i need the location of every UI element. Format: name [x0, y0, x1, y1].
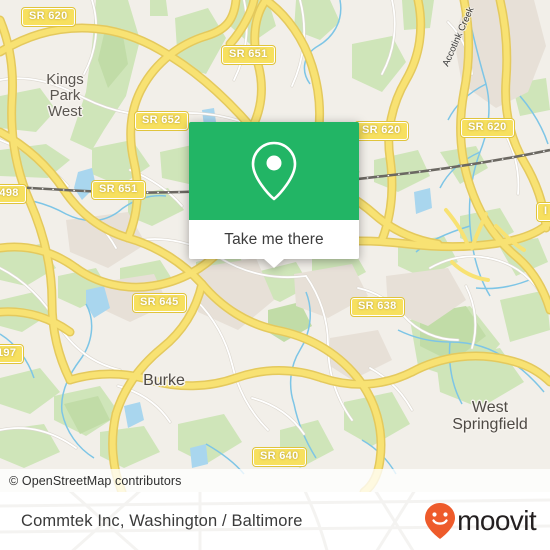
destination-popup-card[interactable]: Take me there	[189, 122, 359, 268]
moovit-smiley-pin-icon	[425, 503, 456, 539]
map-attribution-bar: © OpenStreetMap contributors	[0, 469, 550, 492]
place-title: Commtek Inc, Washington / Baltimore	[21, 511, 303, 530]
location-pin-icon	[251, 141, 297, 201]
popup-pin-area	[189, 122, 359, 220]
attribution-text[interactable]: © OpenStreetMap contributors	[0, 474, 182, 488]
moovit-wordmark: moovit	[457, 505, 536, 536]
popup-pointer-tail	[264, 259, 284, 268]
take-me-there-label: Take me there	[224, 230, 324, 248]
moovit-logo[interactable]: moovit	[424, 502, 537, 540]
map-screenshot: Kings Park West Burke West Springfield A…	[0, 0, 550, 550]
map-canvas[interactable]: Kings Park West Burke West Springfield A…	[0, 0, 550, 492]
footer-bar: Commtek Inc, Washington / Baltimore moov…	[0, 492, 550, 550]
popup-cta-area[interactable]: Take me there	[189, 220, 359, 268]
